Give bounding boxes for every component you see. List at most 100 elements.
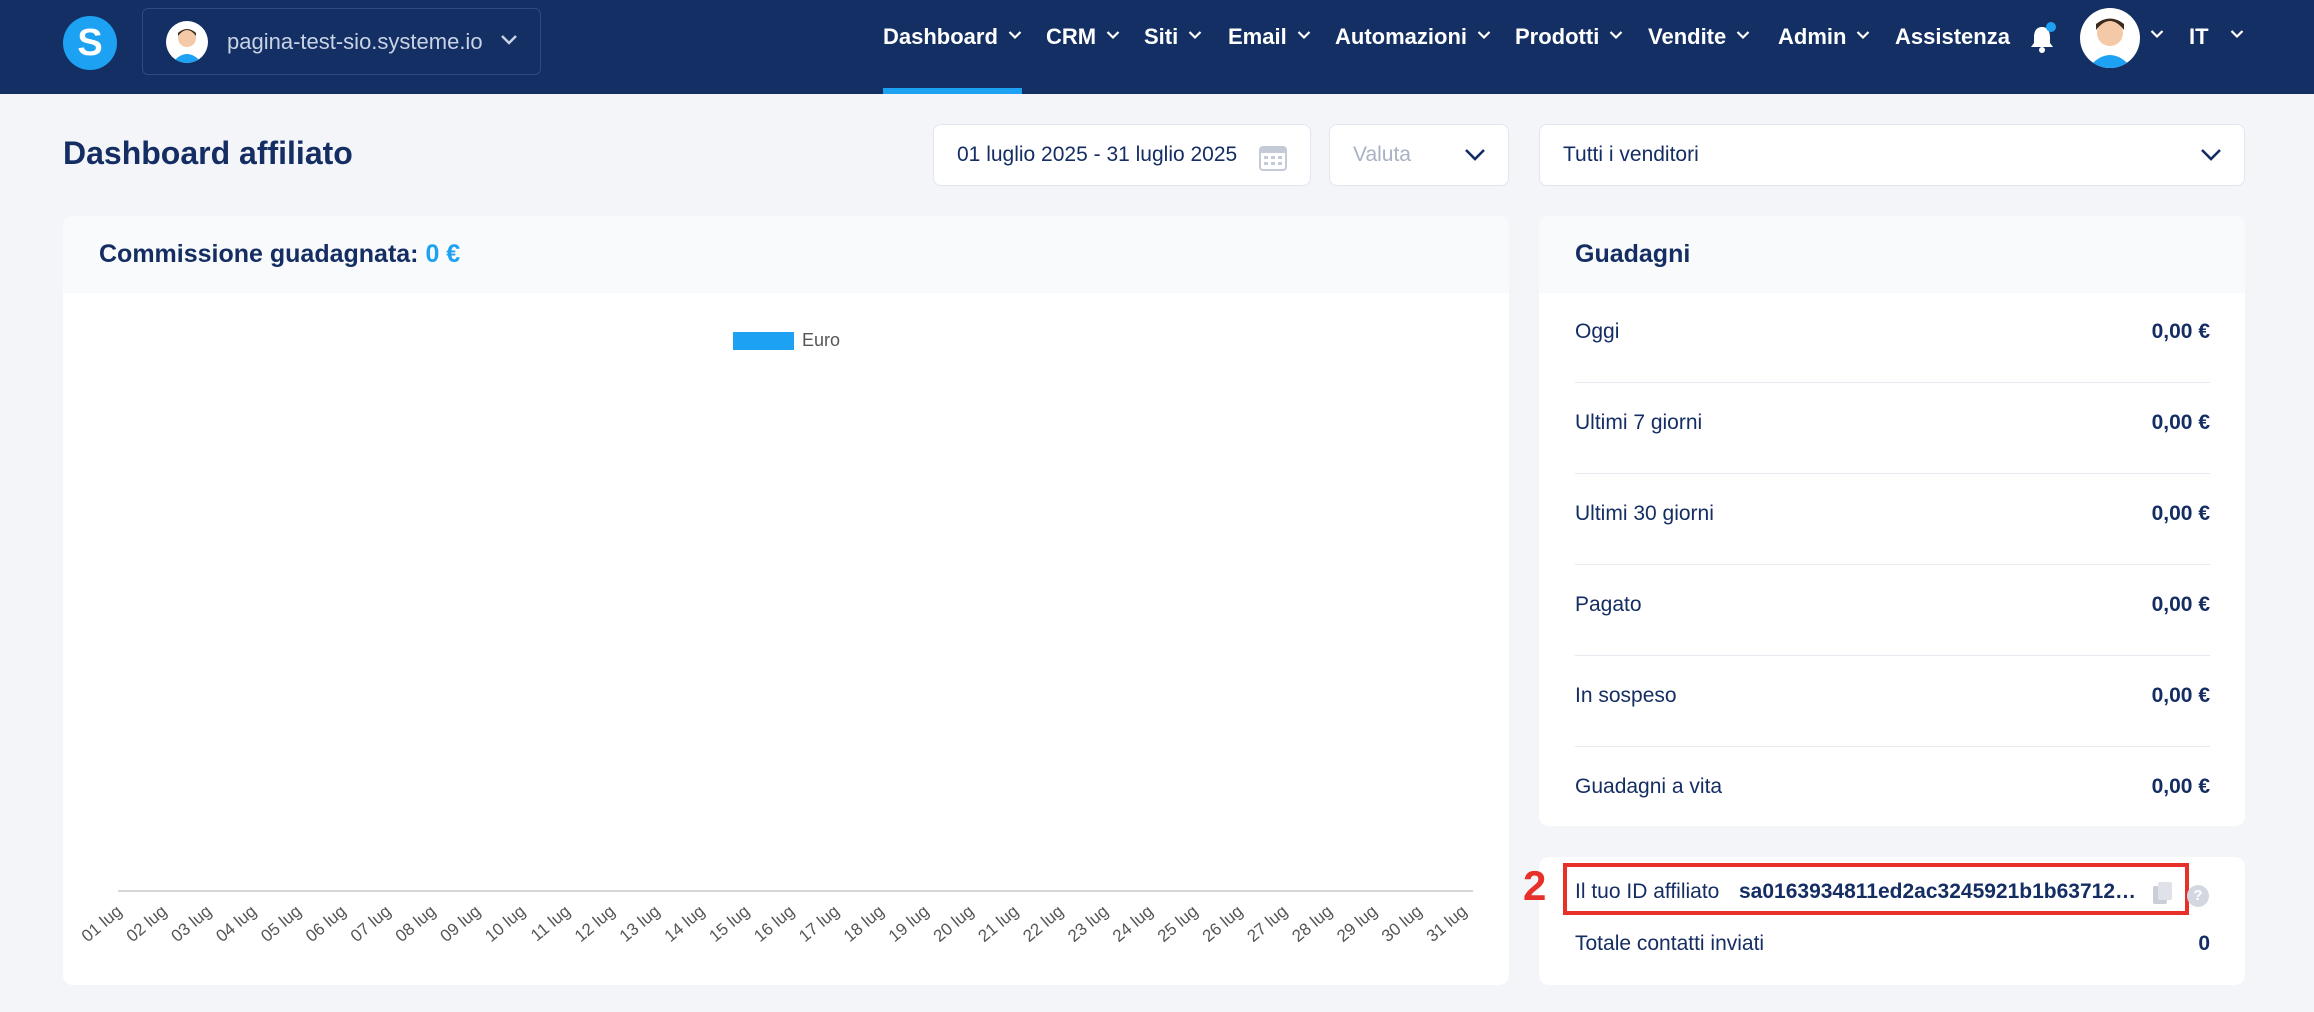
x-tick-label: 25 lug [1154, 902, 1202, 946]
x-tick-label: 01 lug [78, 902, 126, 946]
nav-siti[interactable]: Siti [1144, 0, 1202, 94]
x-tick-label: 05 lug [257, 902, 305, 946]
help-icon[interactable]: ? [2187, 885, 2209, 907]
x-tick-label: 18 lug [840, 902, 888, 946]
earnings-value: 0,00 € [2151, 320, 2210, 343]
x-tick-label: 13 lug [616, 902, 664, 946]
x-tick-label: 14 lug [661, 902, 709, 946]
x-tick-label: 30 lug [1378, 902, 1426, 946]
x-tick-label: 31 lug [1423, 902, 1471, 946]
notification-dot [2046, 22, 2056, 32]
earnings-value: 0,00 € [2151, 593, 2210, 616]
nav-email[interactable]: Email [1228, 0, 1311, 94]
earnings-value: 0,00 € [2151, 411, 2210, 434]
nav-admin[interactable]: Admin [1778, 0, 1870, 94]
x-tick-label: 29 lug [1333, 902, 1381, 946]
earnings-row-paid: Pagato 0,00 € [1575, 565, 2210, 656]
x-tick-label: 19 lug [885, 902, 933, 946]
affiliate-id-value[interactable]: sa0163934811ed2ac3245921b1b637125b... [1739, 880, 2143, 904]
earnings-label: Guadagni a vita [1575, 775, 1723, 798]
vendor-select[interactable]: Tutti i venditori [1539, 124, 2245, 186]
chevron-down-icon [1465, 149, 1485, 161]
commission-chart: 01 lug02 lug03 lug04 lug05 lug06 lug07 l… [78, 890, 1473, 946]
x-tick-label: 10 lug [481, 902, 529, 946]
chevron-down-icon [1857, 31, 1870, 40]
nav-vendite[interactable]: Vendite [1648, 0, 1750, 94]
chevron-down-icon [1106, 31, 1120, 40]
x-tick-label: 04 lug [212, 902, 260, 946]
page-title: Dashboard affiliato [63, 135, 353, 171]
site-avatar [166, 21, 208, 63]
x-tick-label: 26 lug [1199, 902, 1247, 946]
nav-crm[interactable]: CRM [1046, 0, 1120, 94]
x-tick-label: 11 lug [527, 902, 574, 946]
earnings-label: Pagato [1575, 593, 1642, 616]
earnings-row-lifetime: Guadagni a vita 0,00 € [1575, 747, 2210, 838]
chevron-down-icon [2201, 149, 2221, 161]
x-tick-label: 28 lug [1288, 902, 1336, 946]
commission-value: 0 € [425, 240, 461, 268]
x-tick-label: 17 lug [795, 902, 843, 946]
x-tick-label: 09 lug [437, 902, 485, 946]
vendor-value: Tutti i venditori [1563, 143, 1699, 166]
earnings-label: Ultimi 30 giorni [1575, 502, 1714, 525]
top-navbar: S pagina-test-sio.systeme.io Dashboard C… [0, 0, 2314, 94]
date-range-value: 01 luglio 2025 - 31 luglio 2025 [957, 143, 1238, 166]
systeme-logo[interactable]: S [63, 16, 117, 70]
earnings-label: In sospeso [1575, 684, 1677, 707]
earnings-value: 0,00 € [2151, 502, 2210, 525]
commission-card-header: Commissione guadagnata: 0 € [63, 216, 1509, 293]
x-tick-label: 08 lug [392, 902, 440, 946]
step-number-annotation: 2 [1523, 862, 1547, 909]
user-avatar[interactable] [2080, 8, 2140, 68]
currency-select[interactable]: Valuta [1329, 124, 1509, 186]
x-tick-label: 21 lug [975, 902, 1023, 946]
nav-dashboard[interactable]: Dashboard [883, 0, 1022, 94]
earnings-row-7-days: Ultimi 7 giorni 0,00 € [1575, 383, 2210, 474]
site-name: pagina-test-sio.systeme.io [227, 29, 483, 54]
earnings-row-pending: In sospeso 0,00 € [1575, 656, 2210, 747]
contacts-sent-label: Totale contatti inviati [1575, 932, 1765, 955]
x-tick-label: 20 lug [930, 902, 978, 946]
chevron-down-icon [1736, 31, 1750, 40]
chevron-down-icon[interactable] [2230, 29, 2244, 39]
x-tick-label: 16 lug [750, 902, 798, 946]
site-switcher[interactable]: pagina-test-sio.systeme.io [142, 8, 541, 75]
earnings-card-header: Guadagni [1539, 216, 2245, 293]
x-tick-label: 02 lug [123, 902, 171, 946]
chevron-down-icon [1008, 31, 1022, 40]
currency-placeholder: Valuta [1353, 143, 1411, 166]
x-tick-label: 22 lug [1019, 902, 1067, 946]
nav-assistenza[interactable]: Assistenza [1895, 0, 2010, 94]
chevron-down-icon[interactable] [2150, 29, 2164, 39]
commission-title: Commissione guadagnata: 0 € [99, 240, 461, 268]
x-tick-label: 03 lug [168, 902, 216, 946]
chevron-down-icon [1610, 31, 1623, 40]
nav-prodotti[interactable]: Prodotti [1515, 0, 1623, 94]
affiliate-id-label: Il tuo ID affiliato [1575, 880, 1720, 903]
calendar-icon [1259, 146, 1287, 171]
earnings-label: Ultimi 7 giorni [1575, 411, 1703, 434]
nav-automazioni[interactable]: Automazioni [1335, 0, 1491, 94]
earnings-label: Oggi [1575, 320, 1620, 343]
x-tick-label: 24 lug [1109, 902, 1157, 946]
x-tick-label: 15 lug [706, 902, 754, 946]
earnings-title: Guadagni [1575, 240, 1691, 268]
contacts-sent-value: 0 [2198, 932, 2210, 955]
x-tick-label: 06 lug [302, 902, 350, 946]
x-tick-label: 27 lug [1244, 902, 1292, 946]
date-range-picker[interactable]: 01 luglio 2025 - 31 luglio 2025 [933, 124, 1311, 186]
x-tick-label: 12 lug [571, 902, 619, 946]
chevron-down-icon [501, 35, 517, 45]
copy-icon[interactable] [2151, 880, 2175, 906]
earnings-row-today: Oggi 0,00 € [1575, 292, 2210, 383]
earnings-value: 0,00 € [2151, 775, 2210, 798]
earnings-row-30-days: Ultimi 30 giorni 0,00 € [1575, 474, 2210, 565]
language-selector[interactable]: IT [2189, 0, 2209, 74]
chevron-down-icon [1297, 31, 1310, 40]
active-tab-indicator [883, 88, 1022, 94]
earnings-value: 0,00 € [2151, 684, 2210, 707]
x-tick-label: 23 lug [1064, 902, 1112, 946]
chevron-down-icon [1477, 31, 1491, 40]
chevron-down-icon [1188, 31, 1202, 40]
